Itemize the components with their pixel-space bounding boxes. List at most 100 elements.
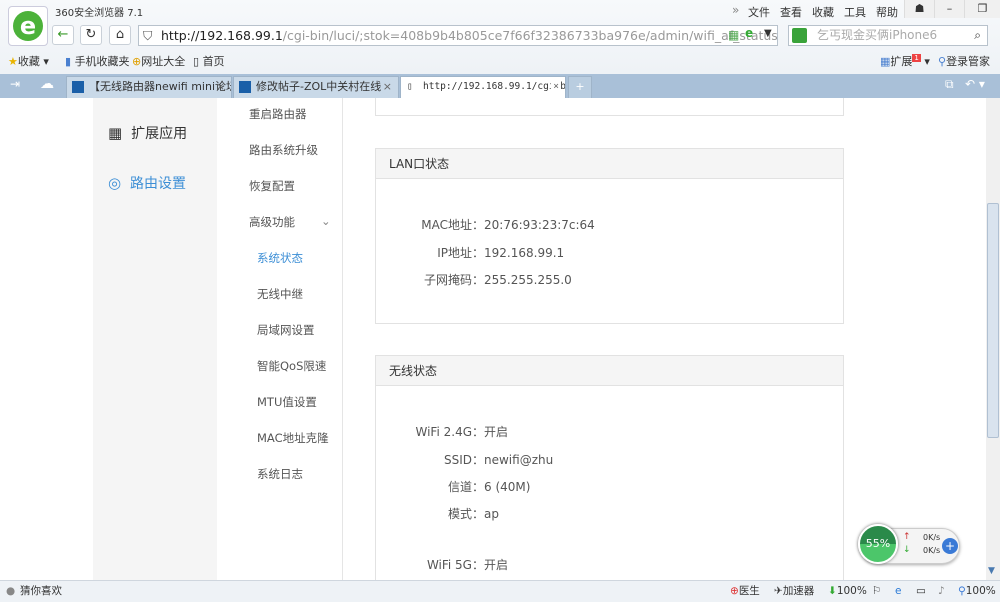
favicon-icon bbox=[72, 81, 84, 93]
recommend-link[interactable]: 猜你喜欢 bbox=[20, 581, 62, 602]
zoom-button[interactable]: ⚲100% bbox=[958, 581, 996, 602]
nav-router-settings[interactable]: ◎ 路由设置 bbox=[108, 173, 186, 193]
search-input[interactable]: 乞丐现金买俩iPhone6 ⌕ bbox=[788, 25, 988, 46]
plus-icon[interactable]: + bbox=[942, 538, 958, 554]
refresh-button[interactable]: ↻ bbox=[80, 25, 102, 45]
sub-nav-upgrade[interactable]: 路由系统升级 bbox=[249, 142, 318, 158]
sidebar-toggle-icon[interactable]: ⇥ bbox=[10, 77, 20, 91]
sub-nav-mtu[interactable]: MTU值设置 bbox=[257, 394, 317, 410]
sub-nav-qos[interactable]: 智能QoS限速 bbox=[257, 358, 326, 374]
browser-chrome: e 360安全浏览器 7.1 » 文件 查看 收藏 工具 帮助 ☗ – ❐ ← … bbox=[0, 0, 1000, 74]
address-host: http://192.168.99.1 bbox=[161, 28, 283, 43]
download-label: 100% bbox=[836, 585, 867, 597]
new-tab-button[interactable]: + bbox=[568, 76, 592, 98]
sub-nav-restore[interactable]: 恢复配置 bbox=[249, 178, 295, 194]
tab-bar: ⇥ ☁ 【无线路由器newifi mini论坛 × 修改帖子-ZOL中关村在线 × … bbox=[0, 74, 1000, 98]
restore-button[interactable]: ❐ bbox=[964, 0, 1000, 18]
sub-nav-mac-clone[interactable]: MAC地址克隆 bbox=[257, 430, 329, 446]
tab-title: http://192.168.99.1/cgi-bin bbox=[423, 81, 566, 92]
close-icon[interactable]: × bbox=[551, 77, 559, 97]
tab-title: 【无线路由器newifi mini论坛 bbox=[89, 80, 232, 93]
accelerator-button[interactable]: ✈加速器 bbox=[774, 581, 814, 602]
minimize-button[interactable]: – bbox=[934, 0, 964, 18]
tab-title: 修改帖子-ZOL中关村在线 bbox=[256, 80, 382, 93]
undo-close-icon[interactable]: ↶ ▾ bbox=[965, 77, 985, 91]
back-button[interactable]: ← bbox=[52, 25, 74, 45]
sub-nav-reboot[interactable]: 重启路由器 bbox=[249, 106, 307, 122]
restore-tabs-icon[interactable]: ⧉ bbox=[945, 77, 954, 92]
sub-nav-label: 高级功能 bbox=[249, 215, 295, 229]
download-arrow-icon: ↓ bbox=[903, 545, 911, 555]
window-icon[interactable]: ▭ bbox=[916, 581, 926, 602]
sub-nav-wireless-relay[interactable]: 无线中继 bbox=[257, 286, 303, 302]
volume-icon[interactable]: ♪ bbox=[938, 581, 945, 602]
tab-router[interactable]: ▯ http://192.168.99.1/cgi-bin × bbox=[400, 76, 566, 98]
menu-view[interactable]: 查看 bbox=[780, 4, 802, 20]
mobile-favorites-label: 手机收藏夹 bbox=[74, 55, 130, 68]
plus-circle-icon: ⊕ bbox=[132, 55, 142, 68]
target-icon: ◎ bbox=[108, 174, 122, 192]
chevron-down-icon[interactable]: ▼ bbox=[764, 28, 772, 39]
skin-icon[interactable]: ☗ bbox=[904, 0, 934, 18]
field-value: newifi@zhu bbox=[484, 453, 554, 467]
tab-zol[interactable]: 修改帖子-ZOL中关村在线 × bbox=[233, 76, 399, 98]
search-engine-icon[interactable] bbox=[792, 28, 807, 43]
more-icon[interactable]: » bbox=[732, 3, 739, 17]
menu-tools[interactable]: 工具 bbox=[844, 4, 866, 20]
menu-file[interactable]: 文件 bbox=[748, 4, 770, 20]
address-bar[interactable]: ⛉ http://192.168.99.1/cgi-bin/luci/;stok… bbox=[138, 25, 778, 46]
ie-mode-icon[interactable]: e bbox=[745, 26, 753, 40]
previous-card bbox=[375, 98, 844, 116]
mobile-favorites[interactable]: ▮ 手机收藏夹 bbox=[65, 53, 130, 69]
qr-icon[interactable]: ▦ bbox=[728, 28, 739, 42]
sub-nav-syslog[interactable]: 系统日志 bbox=[257, 466, 303, 482]
field-label: 信道： bbox=[447, 480, 484, 494]
download-button[interactable]: ⬇100% bbox=[828, 581, 867, 602]
nav-extensions[interactable]: ▦ 扩展应用 bbox=[108, 123, 187, 143]
lan-status-card: LAN口状态 bbox=[375, 148, 844, 324]
favorites-button[interactable]: ★收藏 ▾ bbox=[8, 53, 49, 69]
sub-nav-lan[interactable]: 局域网设置 bbox=[257, 322, 315, 338]
star-icon: ★ bbox=[8, 55, 18, 68]
download-speed: 0K/s bbox=[923, 546, 941, 555]
extensions-label: 扩展 bbox=[890, 55, 913, 68]
ie-icon[interactable]: e bbox=[895, 581, 901, 602]
scrollbar[interactable]: ▼ bbox=[986, 98, 1000, 580]
wifi24-row: WiFi 2.4G：开启 bbox=[380, 423, 509, 440]
card-title: LAN口状态 bbox=[376, 149, 843, 179]
favorites-label: 收藏 bbox=[17, 55, 40, 68]
memory-ball[interactable]: 55% bbox=[858, 524, 898, 564]
magnifier-icon: ⚲ bbox=[938, 55, 947, 68]
zoom-label: 100% bbox=[965, 585, 996, 597]
download-icon: ⬇ bbox=[828, 585, 837, 597]
sub-nav-system-status[interactable]: 系统状态 bbox=[257, 250, 303, 266]
card-title: 无线状态 bbox=[376, 356, 843, 386]
cloud-icon[interactable]: ☁ bbox=[40, 76, 54, 92]
login-button[interactable]: ⚲登录管家 bbox=[938, 53, 990, 69]
flag-icon[interactable]: ⚐ bbox=[872, 581, 881, 602]
close-icon[interactable]: × bbox=[383, 77, 392, 97]
home-button[interactable]: ⌂ bbox=[109, 25, 131, 45]
home-page-link[interactable]: ▯ 首页 bbox=[193, 53, 225, 69]
menu-favorites[interactable]: 收藏 bbox=[812, 4, 834, 20]
accelerator-label: 加速器 bbox=[782, 585, 815, 597]
address-path: /cgi-bin/luci/;stok=408b9b4b805ce7f66f32… bbox=[282, 28, 778, 43]
search-icon[interactable]: ⌕ bbox=[974, 26, 981, 45]
search-placeholder: 乞丐现金买俩iPhone6 bbox=[817, 28, 938, 42]
nav-label: 扩展应用 bbox=[131, 126, 188, 142]
field-value: 6 (40M) bbox=[484, 480, 531, 494]
lan-mask-row: 子网掩码：255.255.255.0 bbox=[380, 271, 572, 288]
browser-logo: e bbox=[8, 6, 48, 46]
doctor-button[interactable]: ⊕医生 bbox=[730, 581, 760, 602]
tab-newifi-forum[interactable]: 【无线路由器newifi mini论坛 × bbox=[66, 76, 232, 98]
site-nav[interactable]: ⊕网址大全 bbox=[132, 53, 185, 69]
menu-help[interactable]: 帮助 bbox=[876, 4, 898, 20]
scroll-down-icon[interactable]: ▼ bbox=[988, 566, 995, 576]
window-title: 360安全浏览器 7.1 bbox=[55, 8, 144, 19]
scrollbar-thumb[interactable] bbox=[987, 203, 999, 438]
phone-icon: ▮ bbox=[65, 55, 72, 68]
doctor-label: 医生 bbox=[738, 585, 760, 597]
extensions-button[interactable]: ▦扩展 1 ▾ bbox=[880, 53, 930, 69]
sub-nav-advanced[interactable]: 高级功能 ⌄ bbox=[249, 214, 331, 230]
close-icon[interactable]: × bbox=[216, 77, 225, 97]
